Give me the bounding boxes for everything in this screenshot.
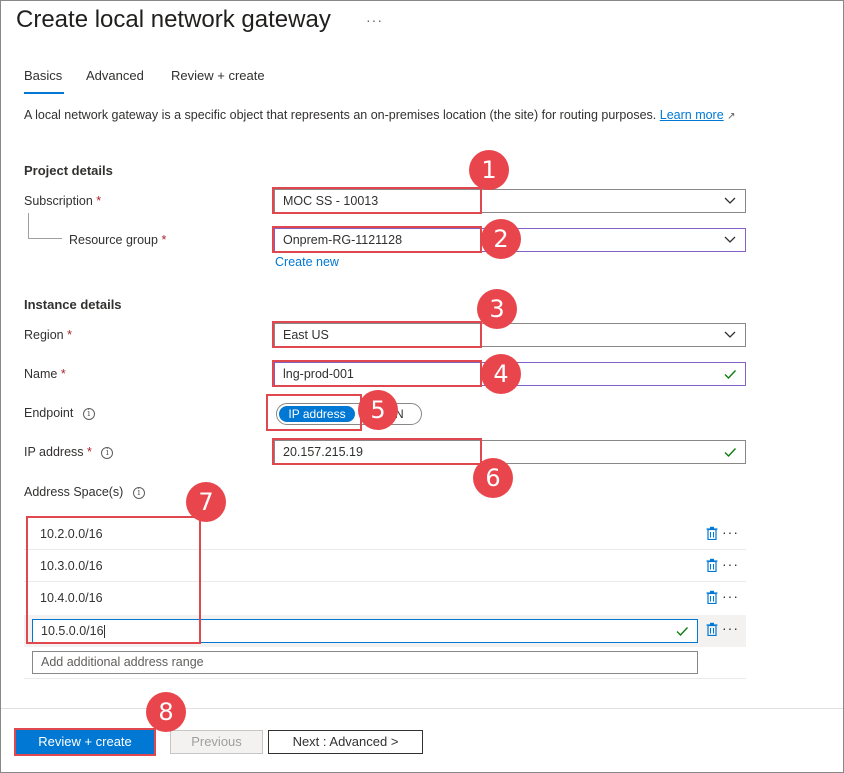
address-space-label: Address Space(s) i xyxy=(24,485,145,499)
step-badge-2: 2 xyxy=(481,219,521,259)
step-badge-6: 6 xyxy=(473,458,513,498)
more-options-icon[interactable]: ··· xyxy=(366,12,383,28)
region-label-text: Region xyxy=(24,328,64,342)
address-space-label-text: Address Space(s) xyxy=(24,485,124,499)
external-link-icon: ↗ xyxy=(727,111,736,122)
chevron-down-icon xyxy=(724,197,736,204)
step-badge-5: 5 xyxy=(358,390,398,430)
step-badge-8: 8 xyxy=(146,692,186,732)
tab-basics[interactable]: Basics xyxy=(24,68,62,83)
learn-more-link[interactable]: Learn more xyxy=(660,108,724,122)
project-details-heading: Project details xyxy=(24,163,113,178)
delete-icon[interactable] xyxy=(706,622,718,636)
add-address-range-input[interactable]: Add additional address range xyxy=(32,651,698,674)
tree-connector xyxy=(28,238,62,239)
endpoint-label: Endpoint i xyxy=(24,406,95,420)
required-asterisk: * xyxy=(161,233,167,247)
subscription-label: Subscription * xyxy=(24,194,101,208)
ip-address-label-text: IP address xyxy=(24,445,84,459)
endpoint-label-text: Endpoint xyxy=(24,406,74,420)
required-asterisk: * xyxy=(60,367,66,381)
delete-icon[interactable] xyxy=(706,526,718,540)
chevron-down-icon xyxy=(724,331,736,338)
tree-connector xyxy=(28,213,29,238)
name-label: Name * xyxy=(24,367,66,381)
chevron-down-icon xyxy=(724,236,736,243)
highlight-box xyxy=(14,728,156,756)
more-actions-icon[interactable]: ··· xyxy=(722,524,739,540)
resource-group-label-text: Resource group xyxy=(69,233,158,247)
next-advanced-button[interactable]: Next : Advanced > xyxy=(268,730,423,754)
page-title: Create local network gateway xyxy=(16,6,331,33)
instance-details-heading: Instance details xyxy=(24,297,122,312)
more-actions-icon[interactable]: ··· xyxy=(722,556,739,572)
info-icon[interactable]: i xyxy=(132,486,145,499)
valid-check-icon xyxy=(724,448,737,458)
previous-button[interactable]: Previous xyxy=(170,730,263,754)
info-icon[interactable]: i xyxy=(82,407,95,420)
create-new-link[interactable]: Create new xyxy=(275,255,339,269)
required-asterisk: * xyxy=(87,445,92,459)
valid-check-icon xyxy=(676,627,689,637)
step-badge-4: 4 xyxy=(481,354,521,394)
required-asterisk: * xyxy=(67,328,72,342)
more-actions-icon[interactable]: ··· xyxy=(722,588,739,604)
step-badge-3: 3 xyxy=(477,289,517,329)
valid-check-icon xyxy=(724,370,737,380)
highlight-box xyxy=(272,321,482,348)
resource-group-label: Resource group * xyxy=(69,233,166,247)
highlight-box xyxy=(266,394,362,431)
more-actions-icon[interactable]: ··· xyxy=(722,620,739,636)
highlight-box xyxy=(272,360,482,387)
highlight-box xyxy=(272,187,482,214)
footer-divider xyxy=(1,708,843,709)
highlight-box xyxy=(26,516,201,644)
description-text: A local network gateway is a specific ob… xyxy=(24,108,657,122)
tab-review-create[interactable]: Review + create xyxy=(171,68,265,83)
step-badge-1: 1 xyxy=(469,150,509,190)
required-asterisk: * xyxy=(96,194,102,208)
name-label-text: Name xyxy=(24,367,58,381)
region-label: Region * xyxy=(24,328,72,342)
subscription-label-text: Subscription xyxy=(24,194,93,208)
delete-icon[interactable] xyxy=(706,558,718,572)
description: A local network gateway is a specific ob… xyxy=(24,107,744,125)
info-icon[interactable]: i xyxy=(101,446,114,459)
highlight-box xyxy=(272,438,482,465)
delete-icon[interactable] xyxy=(706,590,718,604)
step-badge-7: 7 xyxy=(186,482,226,522)
tab-advanced[interactable]: Advanced xyxy=(86,68,144,83)
ip-address-label: IP address * i xyxy=(24,445,114,459)
highlight-box xyxy=(272,226,482,253)
active-tab-indicator xyxy=(24,92,64,94)
row-divider xyxy=(24,678,746,679)
